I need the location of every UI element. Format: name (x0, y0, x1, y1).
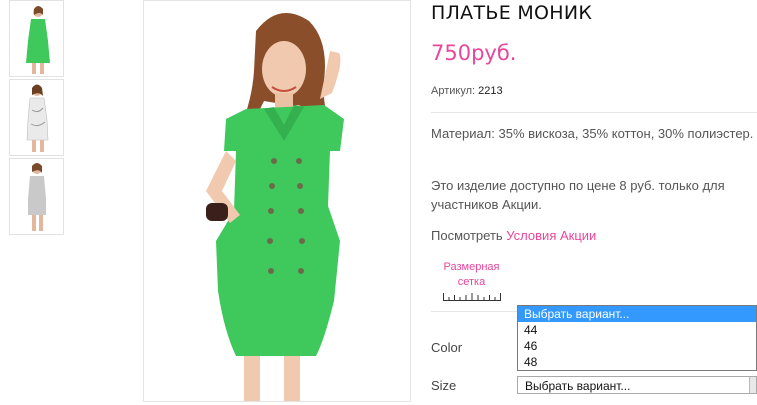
size-chart-label-line1: Размерная (443, 261, 500, 273)
thumbnail-image-green (26, 6, 50, 74)
size-select-value: Выбрать вариант... (525, 379, 631, 393)
size-chart-label-line2: сетка (457, 276, 486, 288)
size-label: Size (431, 378, 457, 393)
dropdown-option[interactable]: 48 (518, 354, 756, 370)
ruler-icon (442, 293, 501, 301)
product-title: ПЛАТЬЕ МОНИК (431, 2, 593, 24)
size-chart-link[interactable]: Размерная сетка (440, 260, 503, 301)
dropdown-option[interactable]: 46 (518, 338, 756, 354)
thumbnail-image-grey (28, 163, 46, 231)
product-price: 750руб. (431, 41, 517, 65)
dropdown-option[interactable]: 44 (518, 322, 756, 338)
product-main-image[interactable] (143, 0, 411, 402)
promo-terms: Посмотреть Условия Акции (431, 226, 596, 245)
size-select[interactable]: Выбрать вариант... (517, 376, 757, 394)
sku-label: Артикул: (431, 85, 476, 97)
promo-prefix: Посмотреть (431, 228, 503, 243)
thumbnail-green-dress[interactable] (9, 0, 64, 77)
promo-terms-link[interactable]: Условия Акции (506, 228, 596, 243)
color-label: Color (431, 340, 463, 355)
thumbnail-list (9, 0, 64, 237)
product-sku: Артикул: 2213 (431, 85, 503, 97)
promo-price-text: Это изделие доступно по цене 8 руб. толь… (431, 178, 725, 212)
sku-value: 2213 (478, 85, 503, 97)
model-green-dress-illustration (206, 13, 344, 401)
thumbnail-grey-dress[interactable] (9, 158, 64, 235)
thumbnail-image-white (26, 84, 49, 152)
color-dropdown-list[interactable]: Выбрать вариант... 44 46 48 (517, 305, 757, 371)
product-material: Материал: 35% вискоза, 35% коттон, 30% п… (431, 126, 754, 141)
divider (431, 112, 757, 113)
thumbnail-white-dress[interactable] (9, 79, 64, 156)
chevron-down-icon[interactable] (749, 377, 756, 393)
dropdown-option[interactable]: Выбрать вариант... (518, 306, 756, 322)
